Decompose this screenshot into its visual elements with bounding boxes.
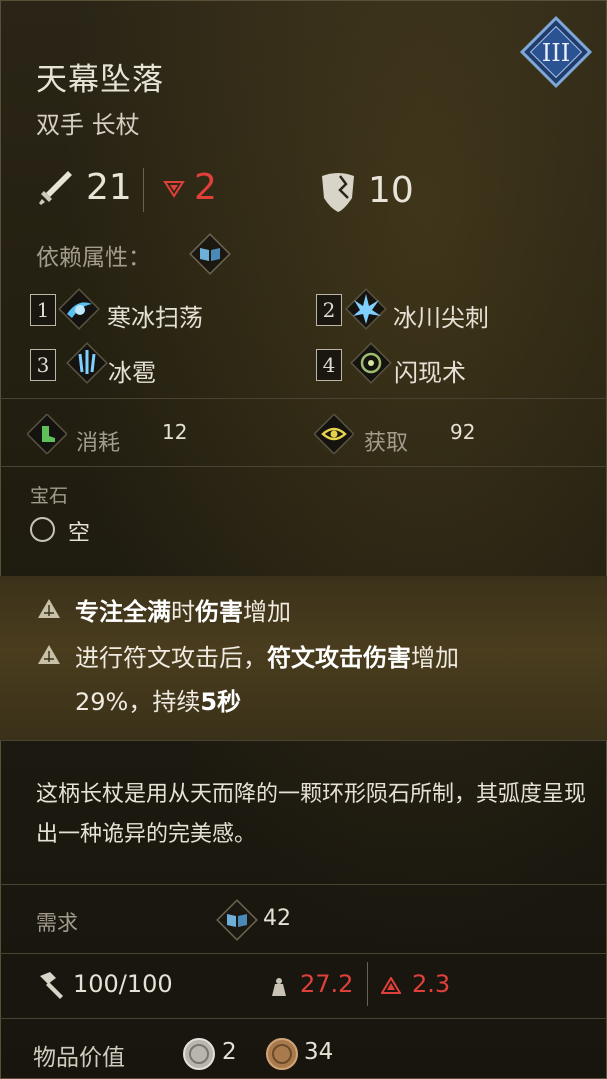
attack-diff-value: 2: [194, 167, 217, 208]
rune-bullet-icon: [38, 645, 60, 664]
skill-name-2: 冰川尖刺: [393, 304, 489, 332]
silver-value: 2: [222, 1039, 237, 1065]
effect-line-3: 29%，持续5秒: [75, 688, 242, 716]
silver-coin-icon: [183, 1038, 215, 1070]
book-icon: [189, 233, 231, 275]
hammer-icon: [40, 972, 63, 999]
skill-name-4: 闪现术: [394, 359, 466, 387]
attack-value: 21: [86, 167, 132, 208]
effect-line-2: 进行符文攻击后，符文攻击伤害增加: [75, 644, 459, 672]
divider: [0, 398, 607, 399]
copper-coin-icon: [266, 1038, 298, 1070]
divider: [0, 466, 607, 467]
weight-delta-value: 2.3: [412, 970, 451, 998]
divider: [0, 884, 607, 885]
skill-number-3: 3: [30, 349, 56, 381]
empty-gem-socket-icon: [30, 517, 55, 542]
rune-bullet-icon: [38, 599, 60, 618]
copper-value: 34: [304, 1039, 334, 1065]
durability-value: 100/100: [73, 970, 173, 998]
gain-label: 获取: [364, 431, 409, 456]
divider: [0, 740, 607, 741]
skill-name-1: 寒冰扫荡: [107, 304, 203, 332]
item-tooltip: 天幕坠落 双手 长杖 III 21 2 10 依赖属性： 1 寒冰扫荡 2 冰川…: [0, 0, 607, 1079]
weight-value: 27.2: [300, 970, 354, 998]
weight-icon: [272, 978, 286, 996]
divider: [0, 953, 607, 954]
requirements-value: 42: [263, 906, 291, 931]
increase-triangle-icon: [381, 977, 401, 994]
item-value-label: 物品价值: [33, 1045, 125, 1071]
dependency-label: 依赖属性：: [36, 245, 151, 271]
book-icon: [216, 899, 258, 941]
decrease-triangle-icon: [163, 181, 185, 198]
divider: [0, 1018, 607, 1019]
item-name: 天幕坠落: [36, 62, 164, 98]
skill-number-4: 4: [316, 349, 342, 381]
armor-icon: [322, 173, 354, 212]
hailstorm-icon: [66, 342, 108, 384]
stat-divider: [367, 962, 368, 1006]
eye-icon: [314, 414, 354, 454]
sword-icon: [39, 171, 72, 205]
gem-slot-value: 空: [68, 521, 91, 546]
item-description: 这柄长杖是用从天而降的一颗环形陨石所制，其弧度呈现出一种诡异的完美感。: [36, 782, 587, 847]
item-type: 双手 长杖: [36, 111, 140, 139]
skill-number-1: 1: [30, 294, 56, 326]
effect-line-1: 专注全满时伤害增加: [75, 598, 291, 626]
consume-value: 12: [162, 420, 188, 444]
requirements-label: 需求: [36, 911, 78, 935]
boot-icon: [27, 414, 67, 454]
consume-label: 消耗: [76, 431, 121, 456]
glacial-spike-icon: [345, 288, 387, 330]
effects-section: 专注全满时伤害增加 进行符文攻击后，符文攻击伤害增加 29%，持续5秒: [0, 576, 607, 740]
skill-name-3: 冰雹: [108, 359, 156, 387]
gem-label: 宝石: [30, 485, 69, 507]
skill-number-2: 2: [316, 294, 342, 326]
ice-sweep-icon: [58, 288, 100, 330]
tier-badge: III: [519, 15, 593, 89]
defense-value: 10: [368, 170, 414, 211]
tier-label: III: [542, 39, 570, 67]
stat-divider: [143, 168, 144, 212]
blink-icon: [350, 342, 392, 384]
gain-value: 92: [450, 420, 476, 444]
